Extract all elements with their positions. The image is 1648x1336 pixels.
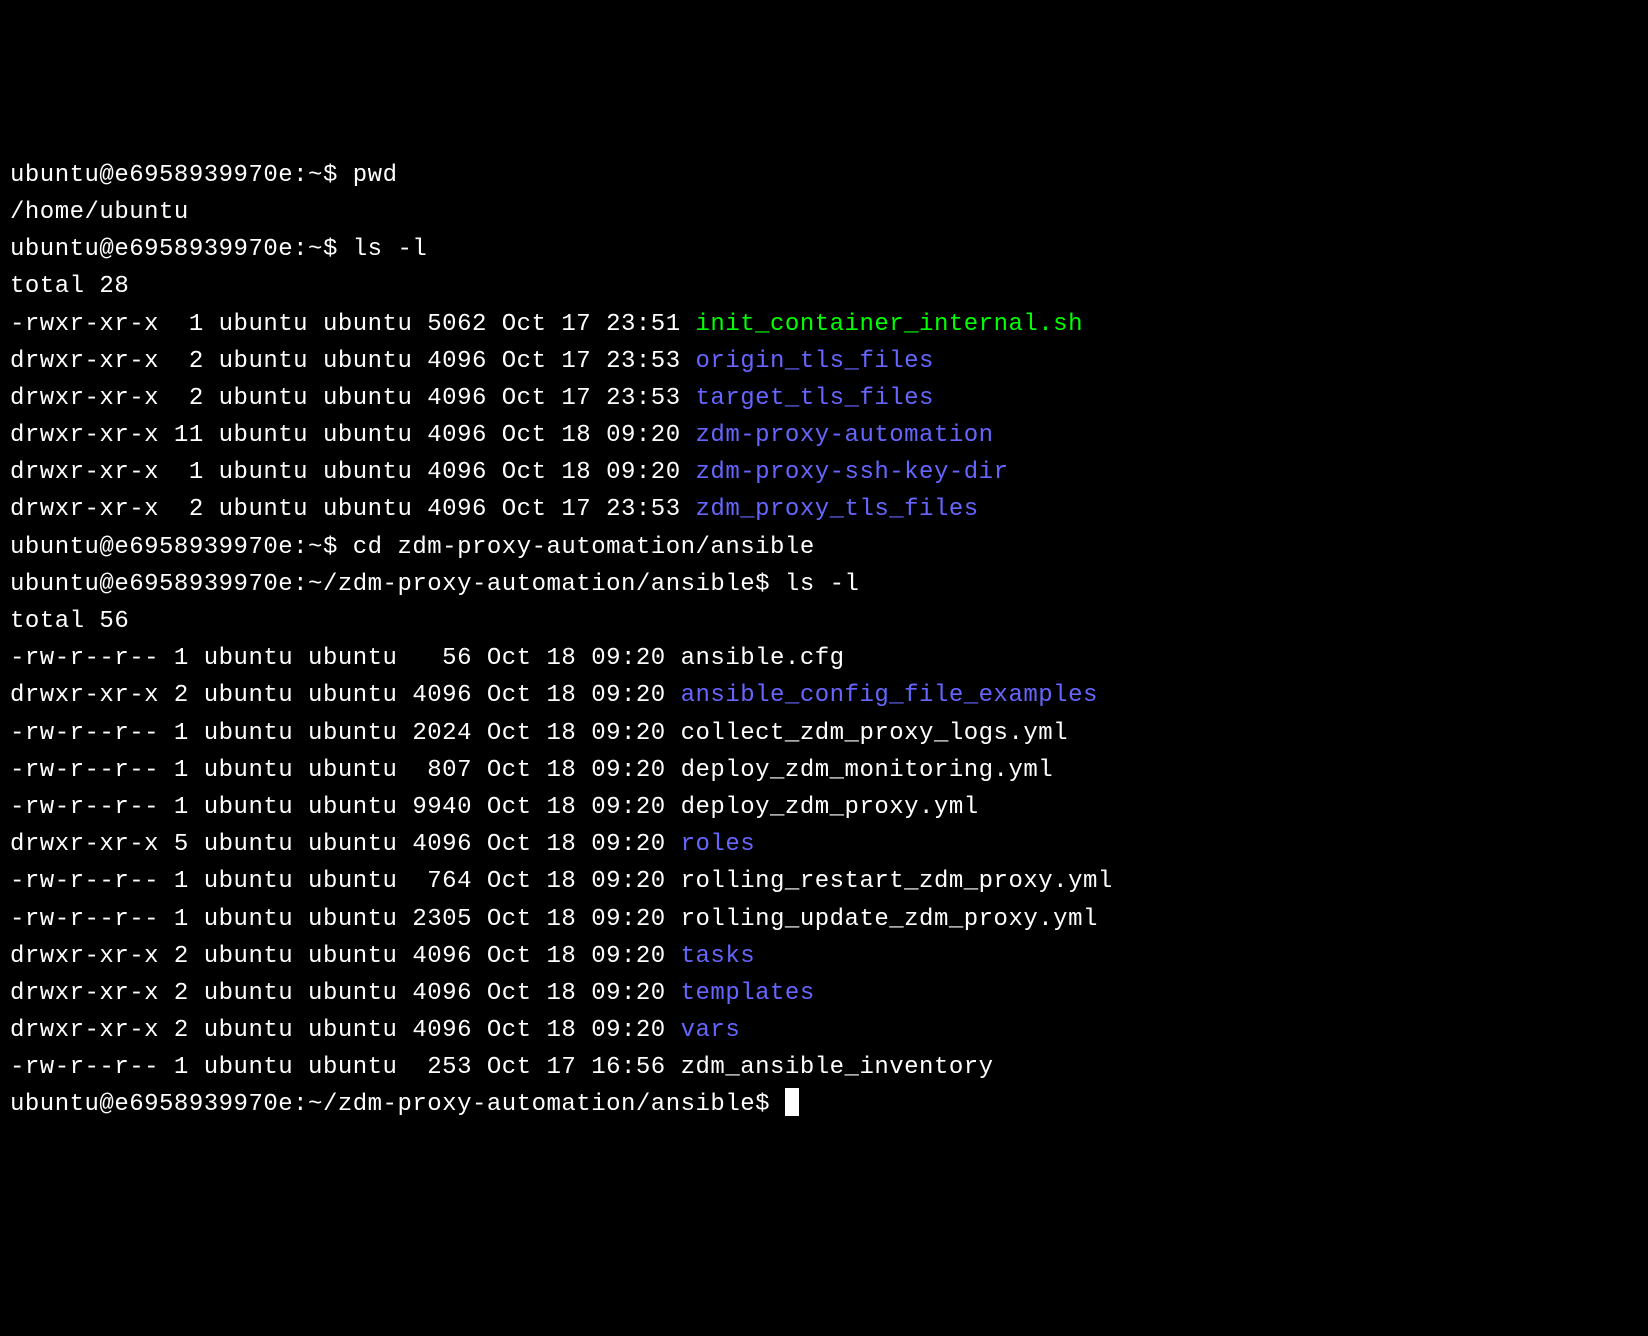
file-entry-name: zdm_ansible_inventory [681, 1054, 994, 1081]
file-entry-name: deploy_zdm_proxy.yml [681, 794, 979, 821]
file-entry-meta: drwxr-xr-x 2 ubuntu ubuntu 4096 Oct 17 2… [10, 348, 696, 375]
file-entry-name: rolling_restart_zdm_proxy.yml [681, 868, 1113, 895]
file-entry-name: roles [681, 831, 756, 858]
file-entry-name: origin_tls_files [696, 348, 934, 375]
shell-prompt: ubuntu@e6958939970e:~$ [10, 236, 353, 263]
file-entry-name: deploy_zdm_monitoring.yml [681, 757, 1054, 784]
shell-prompt: ubuntu@e6958939970e:~/zdm-proxy-automati… [10, 571, 785, 598]
file-entry-name: templates [681, 980, 815, 1007]
file-entry-name: zdm_proxy_tls_files [696, 496, 979, 523]
file-entry-meta: drwxr-xr-x 2 ubuntu ubuntu 4096 Oct 17 2… [10, 496, 696, 523]
ls-total: total 28 [10, 273, 129, 300]
file-entry-meta: drwxr-xr-x 2 ubuntu ubuntu 4096 Oct 18 0… [10, 1017, 681, 1044]
file-entry-name: collect_zdm_proxy_logs.yml [681, 720, 1068, 747]
file-entry-meta: -rw-r--r-- 1 ubuntu ubuntu 2024 Oct 18 0… [10, 720, 681, 747]
file-entry-name: init_container_internal.sh [696, 311, 1083, 338]
command-input: ls -l [353, 236, 428, 263]
file-entry-meta: -rw-r--r-- 1 ubuntu ubuntu 56 Oct 18 09:… [10, 645, 681, 672]
file-entry-meta: drwxr-xr-x 2 ubuntu ubuntu 4096 Oct 18 0… [10, 980, 681, 1007]
file-entry-meta: drwxr-xr-x 2 ubuntu ubuntu 4096 Oct 17 2… [10, 385, 696, 412]
shell-prompt: ubuntu@e6958939970e:~$ [10, 162, 353, 189]
terminal[interactable]: ubuntu@e6958939970e:~$ pwd/home/ubuntu ub… [10, 157, 1638, 1124]
file-entry-name: vars [681, 1017, 741, 1044]
command-input: ls -l [785, 571, 860, 598]
file-entry-name: target_tls_files [696, 385, 934, 412]
file-entry-meta: drwxr-xr-x 11 ubuntu ubuntu 4096 Oct 18 … [10, 422, 696, 449]
file-entry-meta: -rw-r--r-- 1 ubuntu ubuntu 253 Oct 17 16… [10, 1054, 681, 1081]
file-entry-meta: -rw-r--r-- 1 ubuntu ubuntu 807 Oct 18 09… [10, 757, 681, 784]
shell-prompt: ubuntu@e6958939970e:~/zdm-proxy-automati… [10, 1091, 785, 1118]
file-entry-name: ansible_config_file_examples [681, 682, 1098, 709]
file-entry-meta: -rw-r--r-- 1 ubuntu ubuntu 764 Oct 18 09… [10, 868, 681, 895]
file-entry-meta: drwxr-xr-x 2 ubuntu ubuntu 4096 Oct 18 0… [10, 943, 681, 970]
file-entry-name: zdm-proxy-ssh-key-dir [696, 459, 1009, 486]
shell-prompt: ubuntu@e6958939970e:~$ [10, 534, 353, 561]
file-entry-meta: drwxr-xr-x 2 ubuntu ubuntu 4096 Oct 18 0… [10, 682, 681, 709]
file-entry-meta: drwxr-xr-x 5 ubuntu ubuntu 4096 Oct 18 0… [10, 831, 681, 858]
command-input: cd zdm-proxy-automation/ansible [353, 534, 815, 561]
cursor-icon[interactable] [785, 1088, 799, 1116]
file-entry-name: rolling_update_zdm_proxy.yml [681, 906, 1098, 933]
pwd-output: /home/ubuntu [10, 199, 189, 226]
file-entry-name: tasks [681, 943, 756, 970]
file-entry-meta: drwxr-xr-x 1 ubuntu ubuntu 4096 Oct 18 0… [10, 459, 696, 486]
ls-total: total 56 [10, 608, 129, 635]
file-entry-name: zdm-proxy-automation [696, 422, 994, 449]
file-entry-meta: -rw-r--r-- 1 ubuntu ubuntu 2305 Oct 18 0… [10, 906, 681, 933]
command-input: pwd [353, 162, 398, 189]
file-entry-meta: -rw-r--r-- 1 ubuntu ubuntu 9940 Oct 18 0… [10, 794, 681, 821]
file-entry-name: ansible.cfg [681, 645, 845, 672]
file-entry-meta: -rwxr-xr-x 1 ubuntu ubuntu 5062 Oct 17 2… [10, 311, 696, 338]
